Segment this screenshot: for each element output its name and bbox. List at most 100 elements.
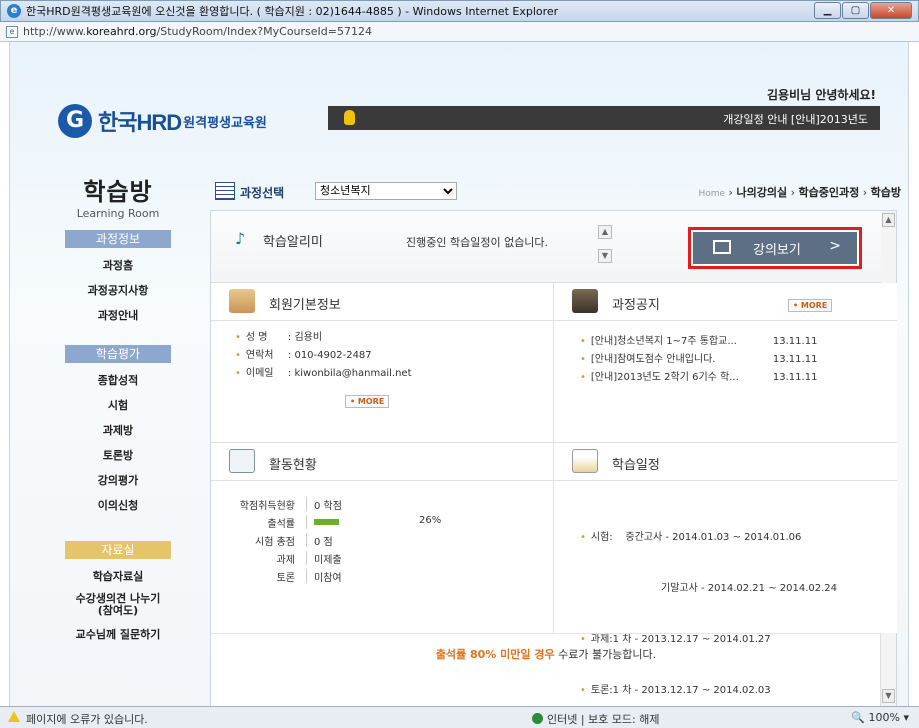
section-evaluation: 학습평가 [65,345,171,363]
table-row: 과제 미제출 [211,549,451,567]
ticker-text[interactable]: 개강일정 안내 [안내]2013년도 [723,111,868,127]
alarm-title: 학습알리미 [263,235,323,250]
schedule-list: • 시험: 중간고사 - 2014.01.03 ~ 2014.01.06 기말고사… [580,495,837,706]
logo-sub-text: 원격평생교육원 [183,115,267,131]
window-titlebar: e 한국HRD원격평생교육원에 오신것을 환영합니다. ( 학습지원 : 02)… [0,0,919,22]
close-button[interactable]: ✕ [870,2,912,19]
course-notice-box: 과정공지 • MORE • [안내]청소년복지 1~7주 통합교... 13.11.… [554,283,897,443]
list-icon [215,182,235,200]
address-url[interactable]: http://www.koreahrd.org/StudyRoom/Index?… [23,25,372,38]
breadcrumb: Home › 나의강의실 › 학습중인과정 › 학습방 [698,186,901,199]
completion-notice: 출석률 80% 미만일 경우 수료가 불가능합니다. [211,633,881,663]
course-notice-header: 과정공지 • MORE [554,283,897,321]
crumb-courses[interactable]: 학습중인과정 [798,186,859,199]
schedule-box: 학습일정 • 시험: 중간고사 - 2014.01.03 ~ 2014.01.06… [554,443,897,696]
attendance-fill [314,519,339,525]
view-lecture-button[interactable]: 강의보기 > [688,227,862,269]
sidebar-item-total-grade[interactable]: 종합성적 [58,372,178,388]
warning-icon[interactable] [8,711,20,722]
status-bar: 페이지에 오류가 있습니다. 인터넷 | 보호 모드: 해제 🔍 100% ▾ [0,706,919,728]
alarm-message: 진행중인 학습일정이 없습니다. [406,236,549,249]
security-zone[interactable]: 인터넷 | 보호 모드: 해제 [532,711,659,727]
member-rows: • 성 명: 김용비 • 연락처: 010-4902-2487 • 이메일: kiwo… [235,329,412,383]
sidebar-title: 학습방 [83,178,153,206]
scroll-up-icon[interactable]: ▲ [882,213,895,227]
site-logo[interactable]: G 한국HRD 원격평생교육원 [58,104,267,138]
sidebar-item-course-home[interactable]: 과정홈 [58,257,178,273]
list-item[interactable]: • [안내]청소년복지 1~7주 통합교... 13.11.11 [580,333,817,351]
calendar-icon [572,449,598,473]
maximize-button[interactable]: ▢ [842,2,869,19]
sidebar-subtitle: Learning Room [76,207,160,220]
view-lecture-label: 강의보기 [753,243,801,258]
minimize-button[interactable]: ▁ [814,2,841,19]
alarm-down-icon[interactable]: ▼ [598,249,612,263]
address-bar[interactable]: e http://www.koreahrd.org/StudyRoom/Inde… [0,22,919,42]
member-row: • 연락처: 010-4902-2487 [235,350,372,361]
activity-box: 활동현황 학점취득현황 0 학점 출석률 26% 시험 총점 0 점 과제 미제출 토… [211,443,554,633]
sidebar-item-course-guide[interactable]: 과정안내 [58,307,178,323]
sidebar-item-ask-professor[interactable]: 교수님께 질문하기 [58,626,178,642]
course-select[interactable]: 청소년복지 [315,182,457,200]
member-info-title: 회원기본정보 [269,298,341,313]
completion-highlight: 출석률 80% 미만일 경우 [435,648,555,661]
greeting: 김용비님 안녕하세요! [766,88,876,102]
member-more-button[interactable]: • MORE [345,395,390,408]
main-panel: ▲ ▼ ♪ 학습알리미 진행중인 학습일정이 없습니다. ▲ ▼ 강의보기 > … [210,210,897,706]
alarm-bell-icon: ♪ [235,229,246,248]
scroll-down-icon[interactable]: ▼ [882,689,895,703]
home-link[interactable]: Home [698,189,725,199]
notice-ticker[interactable]: 개강일정 안내 [안내]2013년도 [328,106,880,130]
activity-title: 활동현황 [269,458,317,473]
window-title: 한국HRD원격평생교육원에 오신것을 환영합니다. ( 학습지원 : 02)16… [26,5,559,18]
web-page: G 한국HRD 원격평생교육원 김용비님 안녕하세요! 개강일정 안내 [안내]… [9,42,909,706]
globe-icon [532,713,543,724]
table-row: 학점취득현황 0 학점 [211,495,451,513]
lecture-icon [713,240,731,254]
sidebar-item-materials[interactable]: 학습자료실 [58,568,178,584]
sidebar-item-lecture-eval[interactable]: 강의평가 [58,472,178,488]
sidebar-item-course-notice[interactable]: 과정공지사항 [58,282,178,298]
study-alarm: ♪ 학습알리미 진행중인 학습일정이 없습니다. ▲ ▼ 강의보기 > [211,211,881,283]
course-select-label: 과정선택 [240,186,285,200]
sidebar-item-opinion[interactable]: 수강생의견 나누기 (참여도) [58,593,178,617]
sidebar-item-assignment[interactable]: 과제방 [58,422,178,438]
course-notice-title: 과정공지 [612,298,660,313]
schedule-title: 학습일정 [612,458,660,473]
chevron-right-icon: > [829,238,841,254]
logo-icon: G [58,104,92,138]
notice-list: • [안내]청소년복지 1~7주 통합교... 13.11.11 • [안내]참여도점… [580,333,817,387]
section-course-info: 과정정보 [65,230,171,248]
section-resources: 자료실 [65,541,171,559]
page-icon: e [6,25,18,38]
notice-monitor-icon [572,289,598,313]
table-row: 시험 총점 0 점 [211,531,451,549]
member-info-box: 회원기본정보 • 성 명: 김용비 • 연락처: 010-4902-2487 • 이메… [211,283,554,443]
alarm-up-icon[interactable]: ▲ [598,225,612,239]
logo-main-text: 한국HRD [98,110,182,135]
table-row: 토론 미참여 [211,567,451,585]
list-item[interactable]: • [안내]2013년도 2학기 6기수 학... 13.11.11 [580,369,817,387]
zoom-control[interactable]: 🔍 100% ▾ [851,711,909,724]
microphone-icon [344,110,355,125]
sidebar-item-appeal[interactable]: 이의신청 [58,497,178,513]
list-item: • 토론:1 차 - 2013.12.17 ~ 2014.02.03 [580,685,771,696]
crumb-my-lecture[interactable]: 나의강의실 [736,186,787,199]
activity-stats: 학점취득현황 0 학점 출석률 26% 시험 총점 0 점 과제 미제출 토론 미참여 [211,495,451,585]
crumb-study-room: 학습방 [870,186,901,199]
sidebar-item-discussion[interactable]: 토론방 [58,447,178,463]
list-item: • 시험: 중간고사 - 2014.01.03 ~ 2014.01.06 [580,532,802,543]
notice-more-button[interactable]: • MORE [788,299,833,312]
activity-header: 활동현황 [211,443,553,481]
member-info-header: 회원기본정보 [211,283,553,321]
completion-rest: 수료가 불가능합니다. [554,648,657,661]
status-text[interactable]: 페이지에 오류가 있습니다. [26,711,148,727]
list-item[interactable]: • [안내]참여도점수 안내입니다. 13.11.11 [580,351,817,369]
list-item: 기말고사 - 2014.02.21 ~ 2014.02.24 [661,583,838,594]
attendance-percent: 26% [419,515,442,526]
member-row: • 이메일: kiwonbila@hanmail.net [235,368,412,379]
sidebar: 학습방 Learning Room 과정정보 과정홈 과정공지사항 과정안내 학… [58,172,178,651]
schedule-header: 학습일정 [554,443,897,481]
sidebar-item-exam[interactable]: 시험 [58,397,178,413]
table-row: 출석률 26% [267,515,442,530]
